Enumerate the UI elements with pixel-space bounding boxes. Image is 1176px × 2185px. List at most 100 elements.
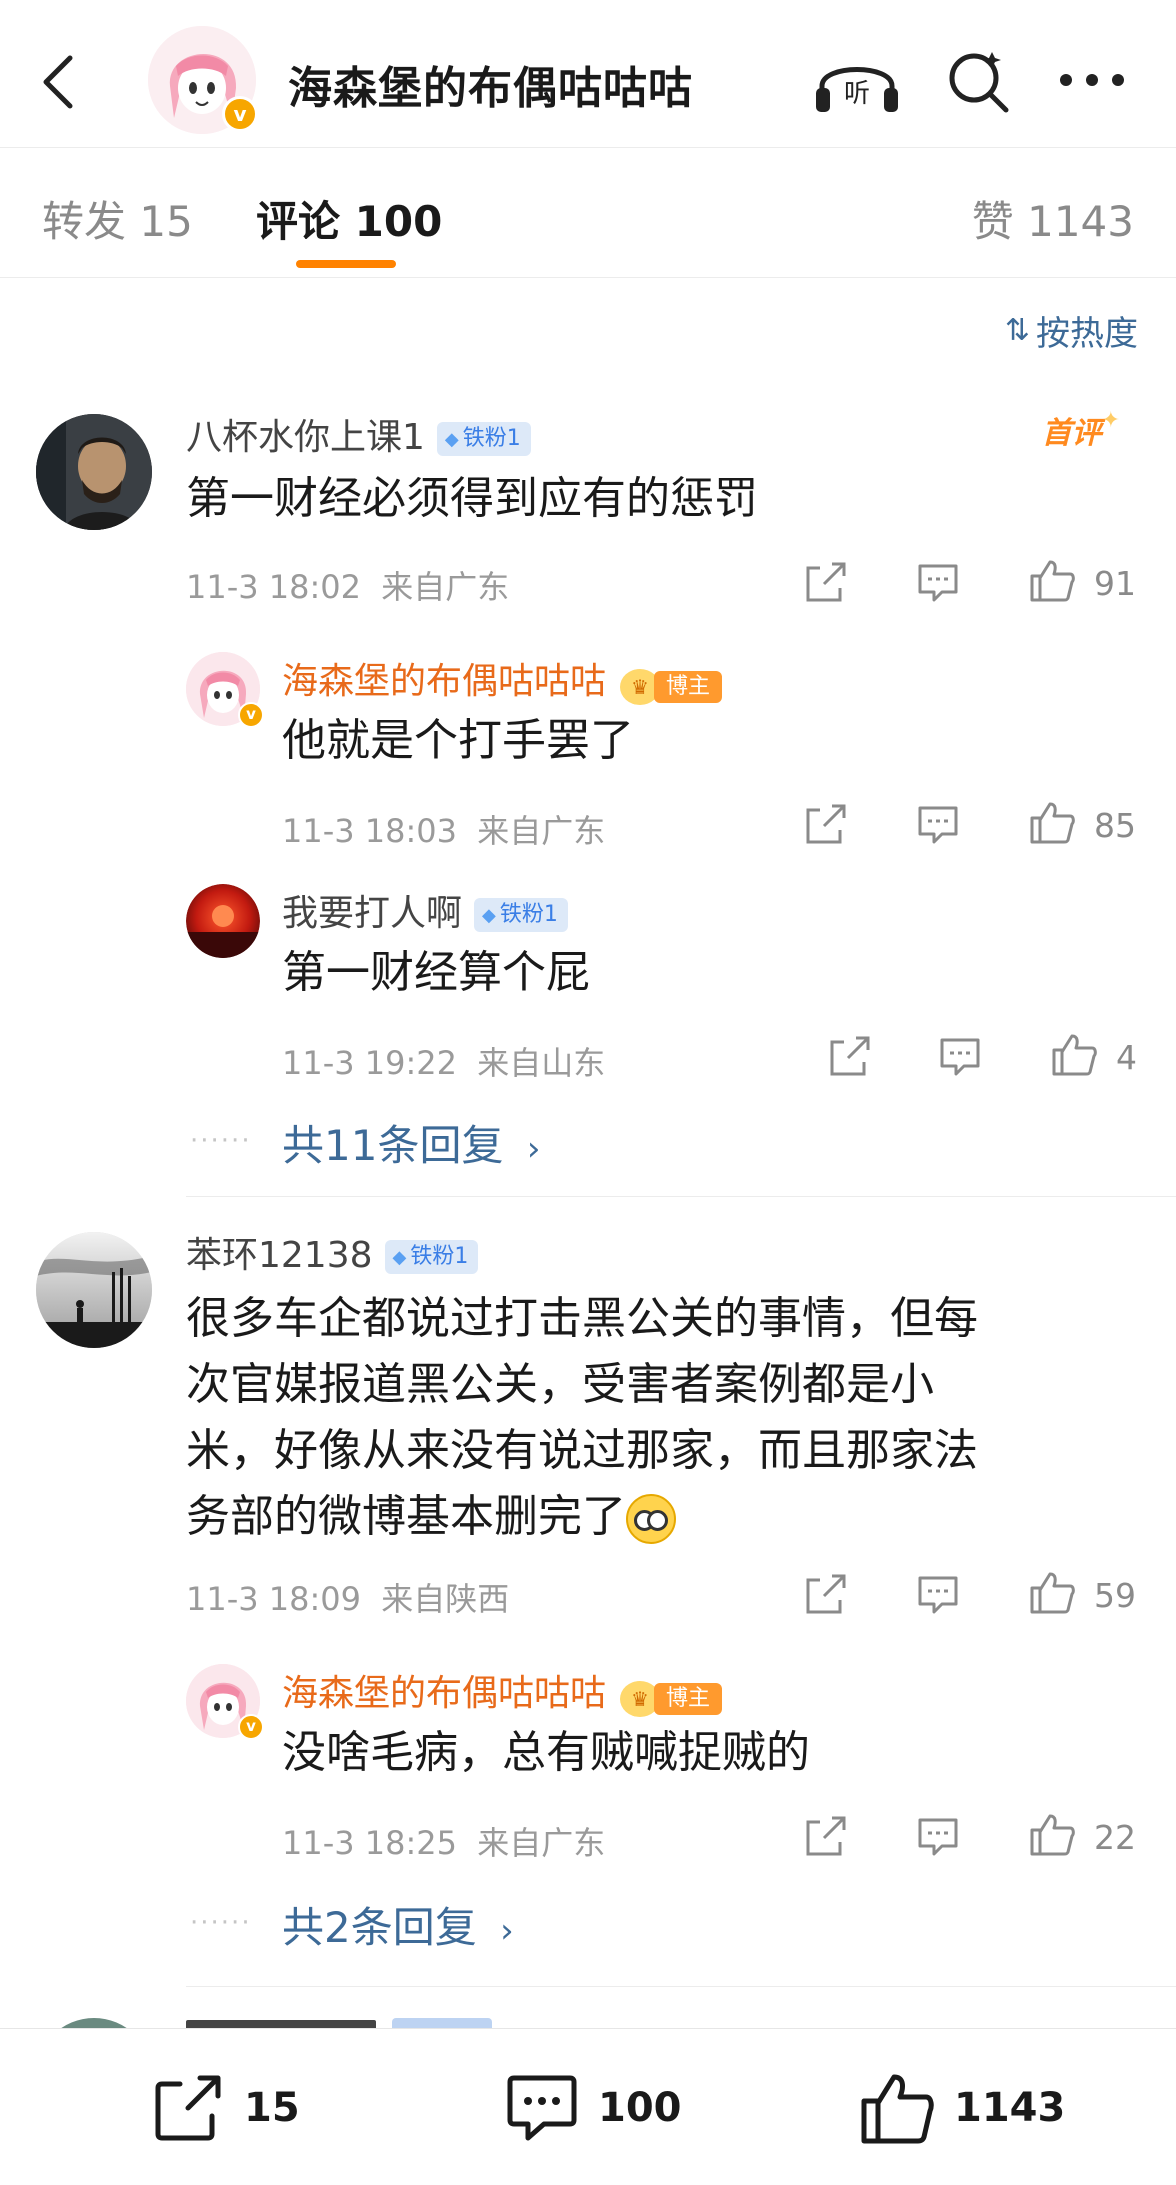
like-button[interactable] <box>1050 1030 1098 1082</box>
reply-meta: 11-3 18:03 来自广东 <box>282 806 605 852</box>
reply-time: 11-3 18:25 <box>282 1824 458 1862</box>
thumbs-up-icon <box>1052 1034 1097 1076</box>
search-icon <box>949 52 1009 113</box>
host-badge: ♛ 博主 <box>620 665 723 705</box>
host-badge-label: 博主 <box>654 671 723 703</box>
comment-bubble-icon <box>918 1818 958 1856</box>
silhouette-landscape-icon <box>36 1232 152 1348</box>
reply-username[interactable]: 我要打人啊 ◆ 铁粉1 <box>282 884 568 936</box>
tab-comment[interactable]: 评论 100 <box>256 188 442 249</box>
commenter-avatar[interactable] <box>36 414 152 530</box>
comment-username[interactable]: 八杯水你上课1 ◆ 铁粉1 <box>186 408 531 460</box>
ellipsis-icon <box>1060 74 1124 86</box>
reply-location: 来自山东 <box>477 1044 606 1082</box>
verified-badge-icon: v <box>222 96 258 132</box>
comment-bubble-icon <box>940 1038 980 1076</box>
view-more-replies-link[interactable]: 共2条回复 › <box>282 1894 514 1955</box>
more-replies-label: 共11条回复 <box>282 1121 504 1170</box>
reply-button[interactable] <box>938 1036 982 1082</box>
share-button[interactable] <box>802 1572 848 1622</box>
comment-text-line: 很多车企都说过打击黑公关的事情，但每 <box>186 1293 978 1344</box>
repost-button[interactable]: 15 <box>150 2029 300 2185</box>
reply-button[interactable] <box>916 804 960 850</box>
reply-time: 11-3 18:03 <box>282 812 458 850</box>
headphones-icon: 听 <box>816 67 898 112</box>
comment-text-line: 米，好像从来没有说过那家，而且那家法 <box>186 1425 978 1476</box>
like-button[interactable] <box>1028 1568 1076 1620</box>
comment-username[interactable]: 苯环12138 ◆ 铁粉1 <box>186 1226 479 1278</box>
like-count: 91 <box>1094 564 1136 603</box>
like-count: 22 <box>1094 1818 1136 1857</box>
like-count: 85 <box>1094 806 1136 845</box>
share-button[interactable] <box>826 1034 872 1084</box>
comment-bubble-icon <box>918 1576 958 1614</box>
reply-location: 来自广东 <box>477 812 606 850</box>
thumbs-up-icon <box>1030 802 1075 844</box>
share-icon <box>806 804 846 844</box>
author-avatar[interactable]: v <box>148 26 258 134</box>
chevron-right-icon: › <box>526 1129 541 1169</box>
comment-text-line: 务部的微博基本删完了 <box>186 1491 626 1542</box>
reply-button[interactable] <box>916 1574 960 1620</box>
reply-button[interactable] <box>916 562 960 608</box>
sort-by-hot-button[interactable]: ⇅ 按热度 <box>1005 306 1138 355</box>
comment-count: 100 <box>598 2084 682 2131</box>
share-button[interactable] <box>802 560 848 610</box>
share-button[interactable] <box>802 802 848 852</box>
fan-badge-label: 铁粉1 <box>410 1244 469 1269</box>
active-tab-indicator <box>296 260 396 268</box>
comment-button[interactable]: 100 <box>504 2029 682 2185</box>
comment-meta: 11-3 18:02 来自广东 <box>186 562 509 608</box>
verified-badge-icon: v <box>238 1714 264 1740</box>
thumbs-up-icon <box>1030 1814 1075 1856</box>
chevron-left-icon <box>43 55 73 109</box>
comment-divider <box>186 1196 1176 1197</box>
repost-count: 15 <box>244 2084 300 2131</box>
share-icon <box>806 562 846 602</box>
reply-location: 来自广东 <box>477 1824 606 1862</box>
sparkle-icon: ✦ <box>1101 408 1120 433</box>
tab-repost[interactable]: 转发 15 <box>42 188 193 249</box>
view-more-replies-link[interactable]: 共11条回复 › <box>282 1112 540 1173</box>
username-text: 苯环12138 <box>186 1235 373 1276</box>
share-icon <box>806 1574 846 1614</box>
back-button[interactable] <box>36 52 80 112</box>
bottom-action-bar: 15 100 1143 <box>0 2028 1176 2185</box>
listen-button[interactable]: 听 <box>812 50 902 116</box>
reply-avatar[interactable]: v <box>186 652 264 728</box>
comment-bubble-icon <box>507 2075 577 2140</box>
more-options-button[interactable] <box>1054 60 1130 100</box>
fan-level-badge: ◆ 铁粉1 <box>436 422 531 456</box>
reply-username[interactable]: 海森堡的布偶咕咕咕 ♛ 博主 <box>282 1664 723 1717</box>
comment-text: 第一财经必须得到应有的惩罚 <box>186 473 758 524</box>
fan-level-badge: ◆ 铁粉1 <box>384 1240 479 1274</box>
tab-bar: 转发 15 评论 100 赞 1143 <box>0 150 1176 278</box>
thumbs-up-icon <box>1030 560 1075 602</box>
first-comment-label: 首评 <box>1041 416 1102 451</box>
username-text: 海森堡的布偶咕咕咕 <box>282 661 607 702</box>
reply-avatar[interactable] <box>186 884 260 958</box>
tab-like[interactable]: 赞 1143 <box>972 188 1134 249</box>
share-button[interactable] <box>802 1814 848 1864</box>
like-button[interactable] <box>1028 798 1076 850</box>
search-button[interactable] <box>942 46 1014 118</box>
reply-time: 11-3 19:22 <box>282 1044 458 1082</box>
glasses-emoji-icon <box>626 1494 676 1544</box>
like-count: 1143 <box>954 2084 1066 2131</box>
comment-bubble-icon <box>918 806 958 844</box>
like-count: 59 <box>1094 1576 1136 1615</box>
like-button[interactable] <box>1028 1810 1076 1862</box>
like-button[interactable] <box>1028 556 1076 608</box>
page-title: 海森堡的布偶咕咕咕 <box>288 63 693 114</box>
reply-avatar[interactable]: v <box>186 1664 264 1740</box>
fan-badge-label: 铁粉1 <box>462 426 521 451</box>
reply-button[interactable] <box>916 1816 960 1862</box>
more-replies-label: 共2条回复 <box>282 1903 477 1952</box>
username-text: 海森堡的布偶咕咕咕 <box>282 1673 607 1714</box>
top-nav-bar: v 海森堡的布偶咕咕咕 听 <box>0 0 1176 148</box>
reply-text: 第一财经算个屁 <box>282 947 590 998</box>
reply-username[interactable]: 海森堡的布偶咕咕咕 ♛ 博主 <box>282 652 723 705</box>
username-text: 我要打人啊 <box>282 893 463 934</box>
like-post-button[interactable]: 1143 <box>858 2029 1065 2185</box>
commenter-avatar[interactable] <box>36 1232 152 1348</box>
